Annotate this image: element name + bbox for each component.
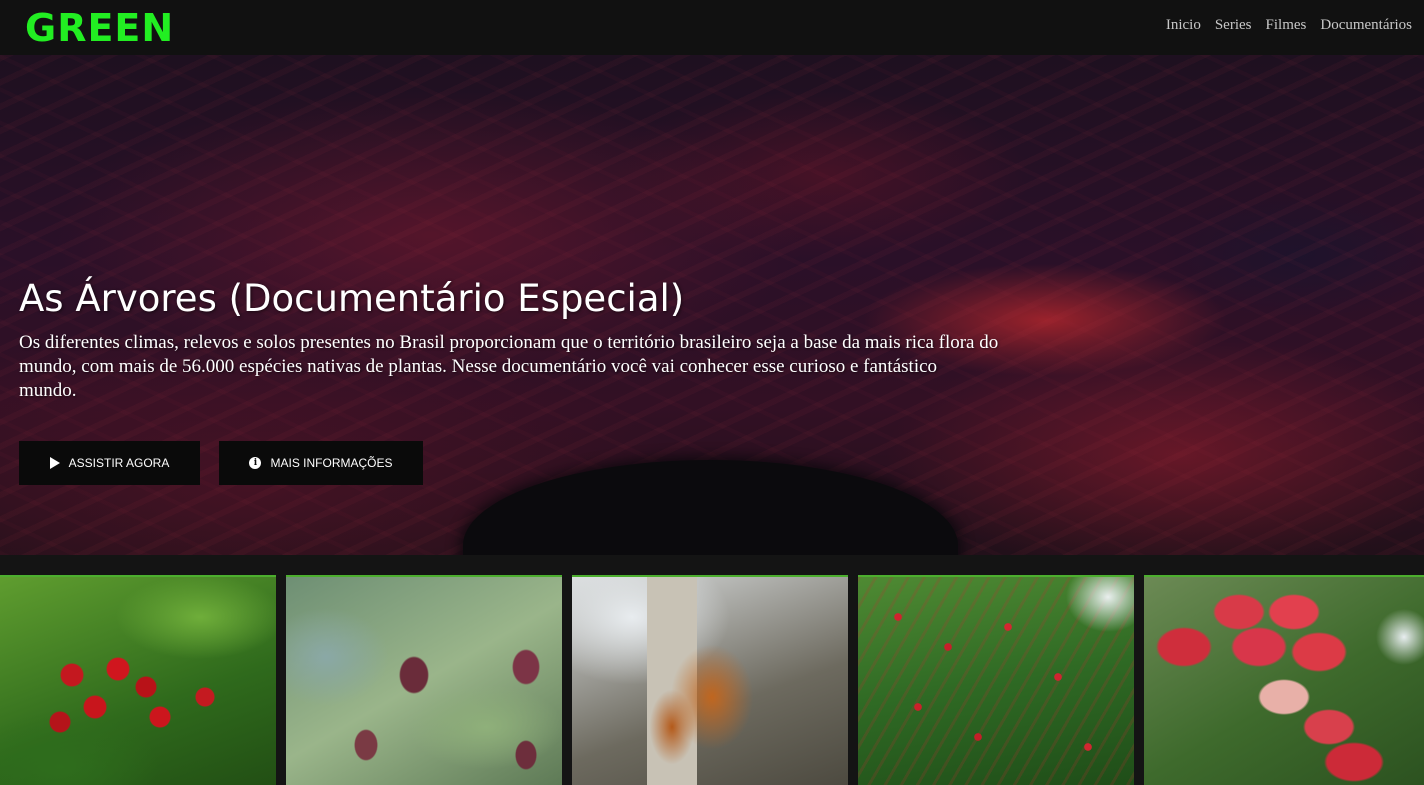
thumbnail-card-figs[interactable] bbox=[286, 575, 562, 785]
nav-link-filmes[interactable]: Filmes bbox=[1266, 17, 1307, 34]
watch-now-button[interactable]: ASSISTIR AGORA bbox=[19, 441, 200, 485]
info-icon: i bbox=[249, 457, 262, 469]
thumbnail-card-acerola[interactable] bbox=[0, 575, 276, 785]
content-row bbox=[0, 575, 1424, 785]
top-navbar: GREEN Inicio Series Filmes Documentários bbox=[0, 0, 1424, 55]
main-nav: Inicio Series Filmes Documentários bbox=[1166, 17, 1412, 34]
thumbnail-card-jambo[interactable] bbox=[1144, 575, 1424, 785]
hero-banner: As Árvores (Documentário Especial) Os di… bbox=[0, 55, 1424, 555]
nav-link-documentarios[interactable]: Documentários bbox=[1320, 17, 1412, 34]
nav-link-inicio[interactable]: Inicio bbox=[1166, 17, 1201, 34]
more-info-button[interactable]: i MAIS INFORMAÇÕES bbox=[219, 441, 423, 485]
hero-description: Os diferentes climas, relevos e solos pr… bbox=[19, 332, 999, 401]
more-info-label: MAIS INFORMAÇÕES bbox=[270, 456, 393, 470]
hero-title: As Árvores (Documentário Especial) bbox=[19, 277, 685, 320]
logo[interactable]: GREEN bbox=[25, 6, 174, 50]
thumbnail-card-lychee[interactable] bbox=[858, 575, 1134, 785]
play-icon bbox=[49, 457, 60, 469]
watch-now-label: ASSISTIR AGORA bbox=[68, 456, 170, 470]
thumbnail-card-palm[interactable] bbox=[572, 575, 848, 785]
nav-link-series[interactable]: Series bbox=[1215, 17, 1252, 34]
